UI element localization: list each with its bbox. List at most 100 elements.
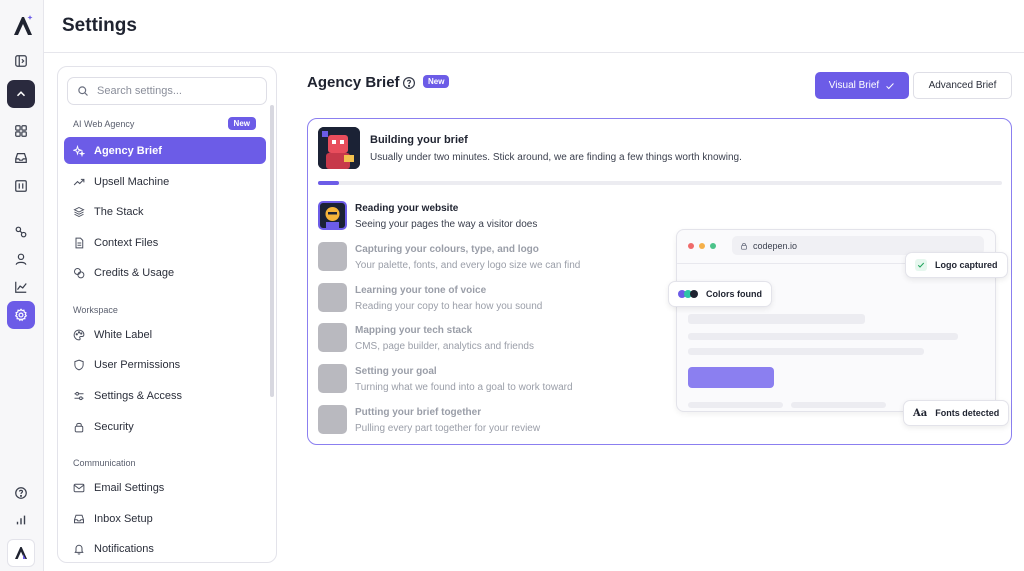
- maximize-dot: [710, 243, 716, 249]
- brief-title: Building your brief: [370, 134, 468, 146]
- app-logo[interactable]: [11, 14, 35, 38]
- nav-item-agency-brief[interactable]: Agency Brief: [64, 137, 266, 164]
- advanced-brief-button[interactable]: Advanced Brief: [913, 72, 1012, 99]
- new-badge: New: [227, 117, 256, 130]
- inbox-icon: [74, 514, 84, 523]
- step-avatar: [318, 242, 347, 271]
- sidebar-toggle-icon[interactable]: [7, 47, 35, 75]
- nav-item-credits-usage[interactable]: Credits & Usage: [64, 259, 266, 286]
- step-title: Capturing your colours, type, and logo: [355, 244, 539, 255]
- nav-item-label: Agency Brief: [94, 144, 162, 157]
- nav-item-email-settings[interactable]: Email Settings: [64, 474, 266, 501]
- bar-chart-icon[interactable]: [7, 506, 35, 534]
- search-icon: [78, 86, 88, 96]
- inbox-icon[interactable]: [7, 144, 35, 172]
- nav-item-inbox-setup[interactable]: Inbox Setup: [64, 505, 266, 532]
- chevron-up-icon[interactable]: [7, 80, 35, 108]
- sliders-icon: [74, 391, 84, 400]
- file-icon: [75, 237, 84, 248]
- step-title: Learning your tone of voice: [355, 285, 487, 296]
- skeleton-line: [688, 333, 958, 340]
- user-icon[interactable]: [7, 245, 35, 273]
- check-icon: [915, 259, 927, 271]
- skeleton-button: [688, 367, 774, 388]
- integrations-icon[interactable]: [7, 218, 35, 246]
- nav-item-label: White Label: [94, 328, 153, 341]
- step-avatar: [318, 405, 347, 434]
- section-label-workspace: Workspace: [73, 305, 118, 315]
- chip-label: Logo captured: [935, 260, 998, 270]
- step-title: Mapping your tech stack: [355, 325, 473, 336]
- check-icon: [886, 82, 895, 89]
- settings-nav: AI Web Agency New Agency Brief Upsell Ma…: [57, 66, 277, 563]
- search-box: [67, 77, 267, 105]
- gear-icon[interactable]: [7, 301, 35, 329]
- step-title: Reading your website: [355, 203, 459, 214]
- step-title: Putting your brief together: [355, 407, 482, 418]
- bell-icon: [74, 544, 84, 555]
- calendar-icon[interactable]: [7, 172, 35, 200]
- brief-progress-bar: [318, 181, 1002, 185]
- nav-item-label: Settings & Access: [94, 389, 183, 402]
- help-circle-icon[interactable]: [402, 76, 416, 90]
- shield-icon: [74, 359, 84, 370]
- page-header: Settings: [44, 0, 1024, 53]
- step-subtitle: Pulling every part together for your rev…: [355, 423, 541, 434]
- step-subtitle: Reading your copy to hear how you sound: [355, 301, 543, 312]
- colors-found-chip: Colors found: [668, 281, 772, 307]
- visual-brief-button[interactable]: Visual Brief: [815, 72, 909, 99]
- trend-up-icon: [73, 178, 85, 185]
- grid-icon[interactable]: [7, 117, 35, 145]
- step-tech-stack: Mapping your tech stack CMS, page builde…: [318, 323, 648, 355]
- skeleton-line: [688, 314, 865, 324]
- nav-item-label: Inbox Setup: [94, 512, 153, 525]
- nav-item-security[interactable]: Security: [64, 413, 266, 440]
- nav-item-the-stack[interactable]: The Stack: [64, 198, 266, 225]
- lock-icon: [741, 242, 747, 250]
- step-tone-of-voice: Learning your tone of voice Reading your…: [318, 283, 648, 315]
- title-new-badge: New: [423, 75, 450, 88]
- brief-progress-fill: [318, 181, 339, 185]
- chip-label: Colors found: [706, 289, 762, 299]
- color-swatches: [678, 290, 698, 298]
- fonts-detected-chip: Aa Fonts detected: [903, 400, 1010, 426]
- coins-icon: [74, 267, 85, 278]
- page-title: Settings: [62, 15, 137, 36]
- layers-icon: [73, 206, 85, 217]
- nav-scrollbar[interactable]: [270, 105, 274, 397]
- nav-item-white-label[interactable]: White Label: [64, 321, 266, 348]
- nav-item-upsell-machine[interactable]: Upsell Machine: [64, 168, 266, 195]
- step-avatar: [318, 364, 347, 393]
- nav-item-label: The Stack: [94, 205, 144, 218]
- nav-item-context-files[interactable]: Context Files: [64, 229, 266, 256]
- search-input[interactable]: [97, 85, 257, 97]
- brief-mascot-image: [318, 127, 360, 169]
- help-icon[interactable]: [7, 479, 35, 507]
- skeleton-line: [791, 402, 886, 408]
- brand-logo[interactable]: [7, 539, 35, 567]
- step-subtitle: CMS, page builder, analytics and friends: [355, 341, 534, 352]
- nav-item-user-permissions[interactable]: User Permissions: [64, 351, 266, 378]
- step-title: Setting your goal: [355, 366, 437, 377]
- swatch: [690, 290, 698, 298]
- step-setting-goal: Setting your goal Turning what we found …: [318, 364, 648, 396]
- nav-item-label: User Permissions: [94, 358, 181, 371]
- nav-item-label: Notifications: [94, 542, 154, 555]
- step-avatar: [318, 201, 347, 230]
- minimize-dot: [699, 243, 705, 249]
- chip-label: Fonts detected: [935, 408, 1000, 418]
- content-title: Agency Brief: [307, 74, 400, 91]
- window-dots: [688, 243, 716, 249]
- step-avatar: [318, 323, 347, 352]
- icon-rail: [0, 0, 44, 571]
- url-text: codepen.io: [753, 240, 798, 251]
- step-reading-website: Reading your website Seeing your pages t…: [318, 201, 648, 233]
- nav-item-notifications[interactable]: Notifications: [64, 535, 266, 562]
- chart-icon[interactable]: [7, 273, 35, 301]
- skeleton-line: [688, 402, 783, 408]
- logo-captured-chip: Logo captured: [905, 252, 1008, 278]
- step-avatar: [318, 283, 347, 312]
- nav-item-settings-access[interactable]: Settings & Access: [64, 382, 266, 409]
- main-area: AI Web Agency New Agency Brief Upsell Ma…: [44, 53, 1024, 571]
- step-subtitle: Seeing your pages the way a visitor does: [355, 219, 538, 230]
